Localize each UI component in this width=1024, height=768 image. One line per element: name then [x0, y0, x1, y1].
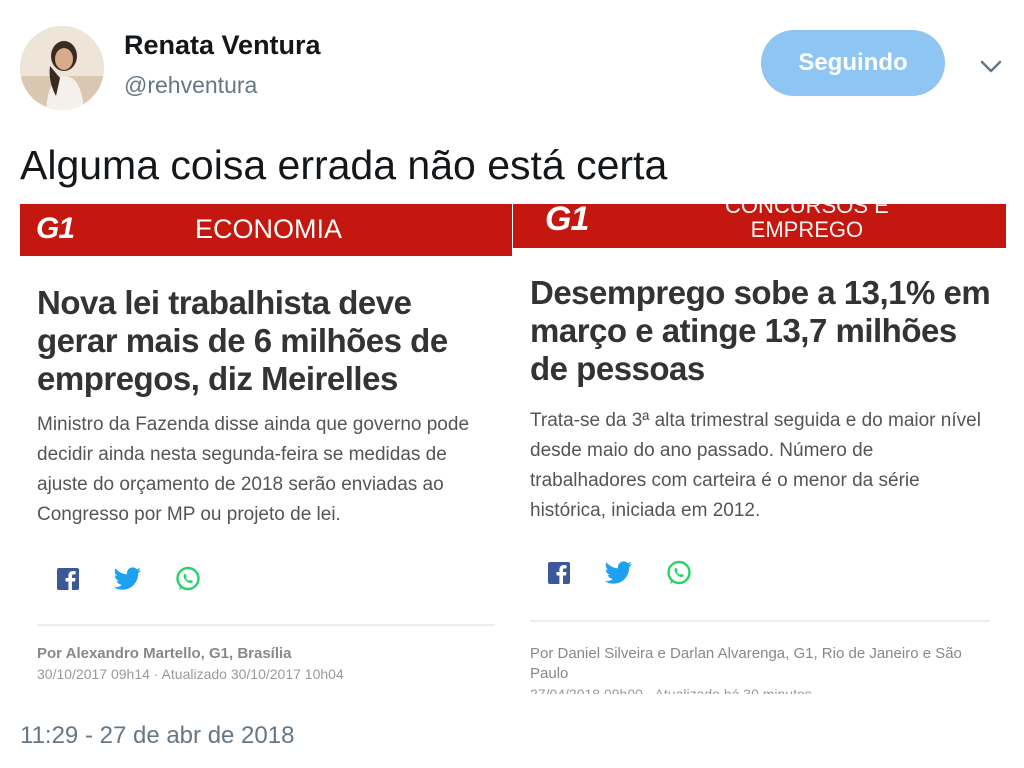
whatsapp-icon[interactable] — [174, 566, 202, 592]
article-header: G1 ECONOMIA — [20, 204, 512, 256]
facebook-icon[interactable] — [545, 560, 573, 586]
divider — [530, 620, 990, 622]
facebook-icon[interactable] — [54, 566, 82, 592]
section-name: ECONOMIA — [195, 214, 343, 244]
section-name: CONCURSOS E EMPREGO — [725, 204, 889, 242]
article-dateline: 30/10/2017 09h14 · Atualizado 30/10/2017… — [37, 666, 344, 682]
article-summary: Trata-se da 3ª alta trimestral seguida e… — [530, 410, 981, 521]
g1-logo: G1 — [36, 212, 75, 245]
twitter-icon[interactable] — [114, 566, 142, 592]
author-name[interactable]: Renata Ventura — [124, 30, 321, 61]
article-card-left[interactable]: G1 ECONOMIA Nova lei trabalhista deve ge… — [20, 204, 512, 694]
author-handle[interactable]: @rehventura — [124, 72, 257, 99]
share-bar — [545, 560, 693, 586]
tweet-text: Alguma coisa errada não está certa — [20, 142, 668, 188]
tweet-timestamp[interactable]: 11:29 - 27 de abr de 2018 — [20, 722, 294, 750]
avatar-photo — [20, 26, 104, 110]
avatar[interactable] — [20, 26, 104, 110]
g1-logo: G1 — [545, 204, 589, 238]
article-card-right[interactable]: G1 CONCURSOS E EMPREGO Desemprego sobe a… — [513, 204, 1006, 694]
article-headline: Nova lei trabalhista deve gerar mais de … — [37, 284, 448, 397]
article-byline: Por Daniel Silveira e Darlan Alvarenga, … — [530, 645, 962, 682]
following-button[interactable]: Seguindo — [761, 30, 945, 96]
twitter-icon[interactable] — [605, 560, 633, 586]
article-byline: Por Alexandro Martello, G1, Brasília — [37, 645, 292, 662]
article-headline: Desemprego sobe a 13,1% em março e ating… — [530, 274, 991, 387]
share-bar — [54, 566, 202, 592]
article-summary: Ministro da Fazenda disse ainda que gove… — [37, 414, 470, 525]
whatsapp-icon[interactable] — [665, 560, 693, 586]
chevron-down-icon[interactable] — [978, 56, 1004, 76]
article-header: G1 CONCURSOS E EMPREGO — [513, 204, 1006, 248]
divider — [37, 624, 495, 626]
article-dateline: 27/04/2018 09h00 · Atualizado há 30 minu… — [530, 686, 812, 694]
